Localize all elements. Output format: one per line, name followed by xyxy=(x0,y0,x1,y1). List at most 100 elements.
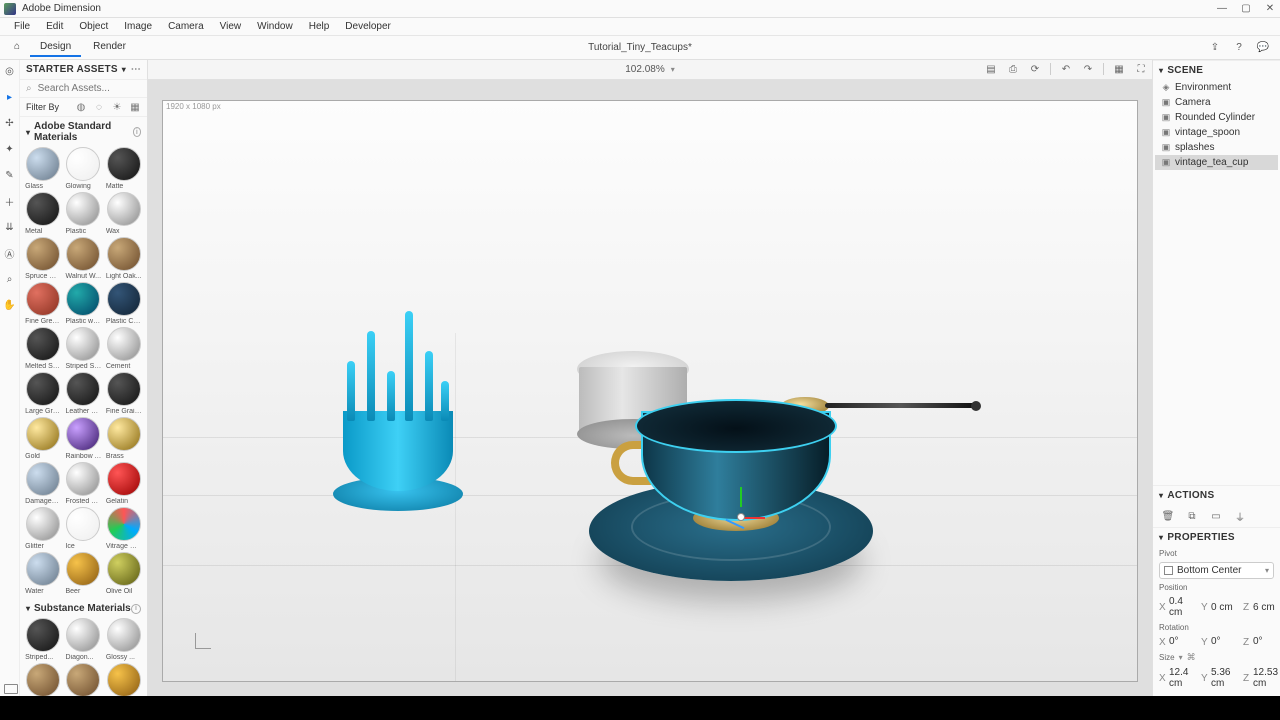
material-swatch[interactable]: Glossy ... xyxy=(105,618,143,661)
material-swatch[interactable]: Gold xyxy=(24,417,62,460)
rotation-x[interactable]: X0° xyxy=(1159,636,1197,648)
window-maximize[interactable]: ▢ xyxy=(1240,3,1252,15)
scene-item[interactable]: ◈Environment xyxy=(1155,80,1278,95)
tab-design[interactable]: Design xyxy=(30,38,81,57)
material-swatch[interactable]: Spruce Wo... xyxy=(24,237,62,280)
assets-header[interactable]: STARTER ASSETS xyxy=(26,64,118,75)
filter-materials-icon[interactable]: ◌ xyxy=(93,101,105,113)
tool-add[interactable]: ＋ xyxy=(3,194,17,208)
material-swatch[interactable] xyxy=(24,663,62,696)
menu-object[interactable]: Object xyxy=(71,19,116,34)
material-swatch[interactable]: Striped... xyxy=(24,618,62,661)
chevron-down-icon[interactable]: ▾ xyxy=(671,65,675,74)
tool-eyedropper[interactable]: ✎ xyxy=(3,168,17,182)
help-icon[interactable]: ? xyxy=(1232,41,1246,55)
scene-item[interactable]: ▣vintage_spoon xyxy=(1155,125,1278,140)
tool-hand[interactable]: ✋ xyxy=(3,298,17,312)
info-icon[interactable]: i xyxy=(133,127,141,137)
tool-text[interactable]: Ⓐ xyxy=(3,246,17,260)
size-x[interactable]: X12.4 cm xyxy=(1159,667,1197,690)
properties-header[interactable]: PROPERTIES xyxy=(1167,532,1234,543)
grid-icon[interactable]: ▦ xyxy=(1112,62,1126,76)
disclosure-icon[interactable]: ▾ xyxy=(26,128,30,137)
material-swatch[interactable]: Fine Green... xyxy=(24,282,62,325)
menu-image[interactable]: Image xyxy=(116,19,160,34)
group-icon[interactable]: ▭ xyxy=(1209,509,1223,523)
material-swatch[interactable]: Plastic Can... xyxy=(105,282,143,325)
info-icon[interactable]: i xyxy=(131,604,141,614)
material-swatch[interactable]: Wax xyxy=(105,192,143,235)
menu-window[interactable]: Window xyxy=(249,19,301,34)
tool-align[interactable]: ⇊ xyxy=(3,220,17,234)
material-swatch[interactable]: Cement xyxy=(105,327,143,370)
size-y[interactable]: Y5.36 cm xyxy=(1201,667,1239,690)
materials-section-1[interactable]: Adobe Standard Materials xyxy=(34,121,133,143)
rotation-z[interactable]: Z0° xyxy=(1243,636,1280,648)
transform-gizmo[interactable] xyxy=(721,497,761,537)
material-swatch[interactable]: Glowing xyxy=(64,147,102,190)
material-swatch[interactable]: Fine Grain... xyxy=(105,372,143,415)
pivot-select[interactable]: Bottom Center ▾ xyxy=(1159,562,1274,579)
material-swatch[interactable]: Glitter xyxy=(24,507,62,550)
size-z[interactable]: Z12.53 cm xyxy=(1243,667,1280,690)
material-swatch[interactable]: Melted Sn... xyxy=(24,327,62,370)
material-swatch[interactable] xyxy=(105,663,143,696)
scene-item[interactable]: ▣Rounded Cylinder xyxy=(1155,110,1278,125)
material-swatch[interactable]: Vitrage Gl... xyxy=(105,507,143,550)
material-swatch[interactable]: Walnut W... xyxy=(64,237,102,280)
duplicate-icon[interactable]: ⧉ xyxy=(1185,509,1199,523)
redo-icon[interactable]: ↷ xyxy=(1081,62,1095,76)
scene-object-splashes[interactable] xyxy=(313,331,483,521)
tool-target[interactable]: ◎ xyxy=(3,64,17,78)
menu-edit[interactable]: Edit xyxy=(38,19,71,34)
tab-render[interactable]: Render xyxy=(83,38,136,57)
undo-icon[interactable]: ↶ xyxy=(1059,62,1073,76)
menu-view[interactable]: View xyxy=(212,19,250,34)
window-minimize[interactable]: — xyxy=(1216,3,1228,15)
material-swatch[interactable]: Plastic wit... xyxy=(64,282,102,325)
filter-models-icon[interactable]: ◍ xyxy=(75,101,87,113)
material-swatch[interactable]: Brass xyxy=(105,417,143,460)
materials-section-2[interactable]: Substance Materials xyxy=(34,603,131,614)
material-swatch[interactable]: Ice xyxy=(64,507,102,550)
material-swatch[interactable]: Frosted Gl... xyxy=(64,462,102,505)
position-x[interactable]: X0.4 cm xyxy=(1159,596,1197,619)
search-input[interactable] xyxy=(38,83,148,94)
material-swatch[interactable]: Beer xyxy=(64,552,102,595)
material-swatch[interactable]: Damaged ... xyxy=(24,462,62,505)
canvas-3d[interactable] xyxy=(162,100,1138,682)
viewport[interactable]: 102.08% ▾ ▤ ⎙ ⟳ ↶ ↷ ▦ ⛶ xyxy=(148,60,1152,696)
menu-camera[interactable]: Camera xyxy=(160,19,212,34)
render-preview-icon[interactable]: ▤ xyxy=(984,62,998,76)
sync-icon[interactable]: ⟳ xyxy=(1028,62,1042,76)
material-swatch[interactable]: Water xyxy=(24,552,62,595)
material-swatch[interactable]: Matte xyxy=(105,147,143,190)
actions-header[interactable]: ACTIONS xyxy=(1167,490,1214,501)
tool-move[interactable]: ✢ xyxy=(3,116,17,130)
material-swatch[interactable]: Metal xyxy=(24,192,62,235)
menu-file[interactable]: File xyxy=(6,19,38,34)
camera-bookmark-icon[interactable]: ⎙ xyxy=(1006,62,1020,76)
material-swatch[interactable]: Light Oak... xyxy=(105,237,143,280)
filter-lights-icon[interactable]: ☀ xyxy=(111,101,123,113)
menu-developer[interactable]: Developer xyxy=(337,19,399,34)
tool-wand[interactable]: ✦ xyxy=(3,142,17,156)
material-swatch[interactable]: Diagon... xyxy=(64,618,102,661)
scene-item[interactable]: ▣vintage_tea_cup xyxy=(1155,155,1278,170)
material-swatch[interactable]: Leather Gr... xyxy=(64,372,102,415)
link-icon[interactable]: ⌘ xyxy=(1187,652,1196,663)
chevron-down-icon[interactable]: ▾ xyxy=(122,65,126,74)
material-swatch[interactable]: Olive Oil xyxy=(105,552,143,595)
window-close[interactable]: ✕ xyxy=(1264,3,1276,15)
tool-select[interactable]: ▸ xyxy=(3,90,17,104)
zoom-readout[interactable]: 102.08% xyxy=(625,64,664,75)
panel-toggle-icon[interactable] xyxy=(4,684,18,694)
expand-icon[interactable]: ⛶ xyxy=(1134,62,1148,76)
material-swatch[interactable]: Large Grai... xyxy=(24,372,62,415)
share-icon[interactable]: ⇪ xyxy=(1208,41,1222,55)
material-swatch[interactable]: Striped Sto... xyxy=(64,327,102,370)
delete-icon[interactable]: 🗑 xyxy=(1161,509,1175,523)
home-button[interactable]: ⌂ xyxy=(6,38,28,57)
material-swatch[interactable]: Glass xyxy=(24,147,62,190)
menu-help[interactable]: Help xyxy=(301,19,338,34)
